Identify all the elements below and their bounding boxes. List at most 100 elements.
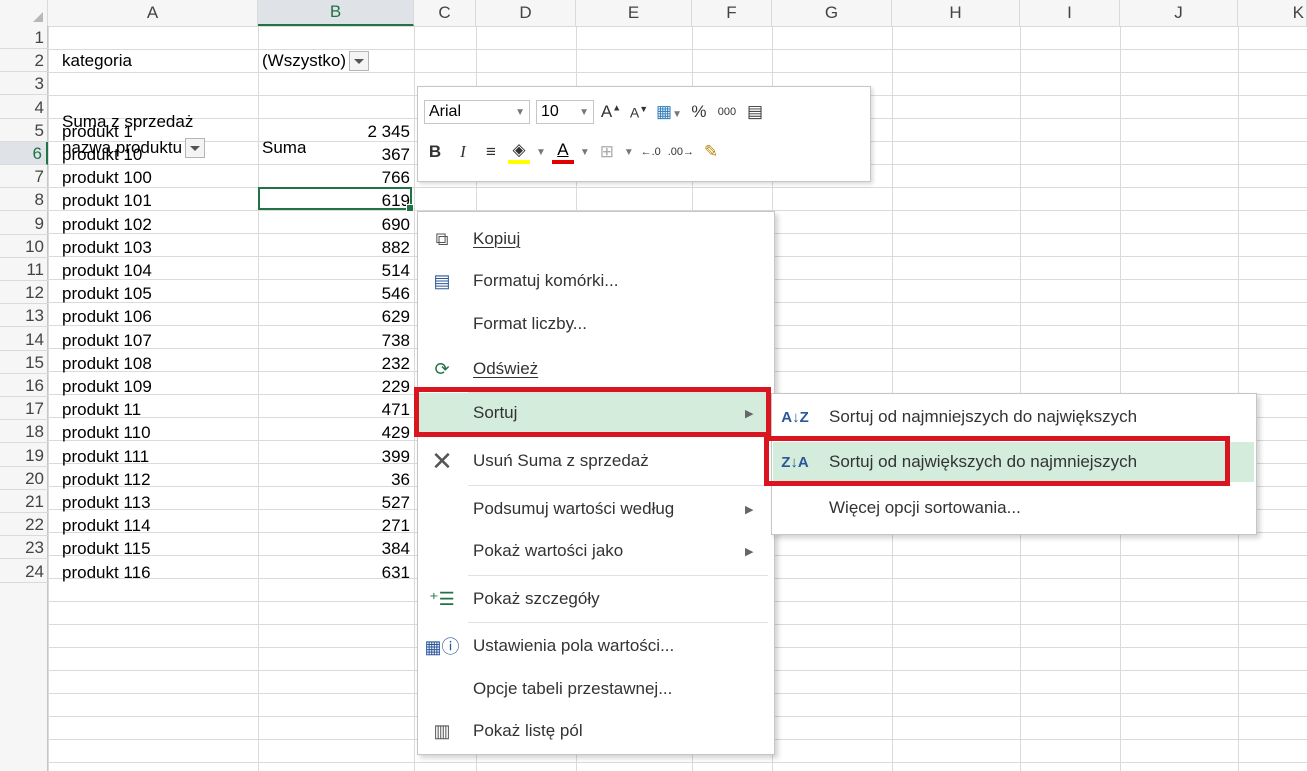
- product-name-cell[interactable]: produkt 103: [62, 236, 152, 259]
- row-header-13[interactable]: 13: [0, 304, 48, 328]
- product-name-cell[interactable]: produkt 112: [62, 468, 151, 491]
- sum-value-cell[interactable]: 738: [262, 329, 410, 352]
- format-painter-icon[interactable]: ✎: [700, 142, 722, 162]
- align-center-icon[interactable]: ≡: [480, 142, 502, 162]
- row-header-16[interactable]: 16: [0, 374, 48, 397]
- menu-item-remove-field[interactable]: ✕ Usuń Suma z sprzedaż: [419, 442, 771, 480]
- sum-value-cell[interactable]: 514: [262, 259, 410, 282]
- row-header-11[interactable]: 11: [0, 258, 48, 281]
- row-header-4[interactable]: 4: [0, 96, 48, 119]
- product-name-cell[interactable]: produkt 100: [62, 166, 152, 189]
- row-header-14[interactable]: 14: [0, 328, 48, 351]
- sum-value-cell[interactable]: 471: [262, 398, 410, 421]
- menu-item-show-values-as[interactable]: Pokaż wartości jako ▶: [419, 532, 771, 570]
- sum-value-cell[interactable]: 271: [262, 514, 410, 537]
- sum-value-cell[interactable]: 2 345: [262, 120, 410, 143]
- sum-value-cell[interactable]: 36: [262, 468, 410, 491]
- borders-icon[interactable]: ⊞: [596, 142, 618, 162]
- sum-value-cell[interactable]: 429: [262, 421, 410, 444]
- decrease-decimal-icon[interactable]: .00→: [668, 146, 694, 158]
- bold-button[interactable]: B: [424, 142, 446, 162]
- menu-item-show-details[interactable]: ⁺☰ Pokaż szczegóły: [419, 580, 771, 618]
- row-header-17[interactable]: 17: [0, 397, 48, 421]
- sum-value-cell[interactable]: 384: [262, 537, 410, 560]
- row-header-9[interactable]: 9: [0, 212, 48, 235]
- row-filter-dropdown-icon[interactable]: [185, 137, 206, 158]
- row-header-1[interactable]: 1: [0, 26, 48, 49]
- font-name-box[interactable]: Arial ▼: [424, 100, 530, 124]
- italic-button[interactable]: I: [452, 142, 474, 162]
- column-header-j[interactable]: J: [1120, 0, 1238, 26]
- cell-a1[interactable]: kategoria: [62, 49, 132, 72]
- thousands-button[interactable]: 000: [716, 106, 738, 118]
- product-name-cell[interactable]: produkt 105: [62, 282, 152, 305]
- row-header-6[interactable]: 6: [0, 142, 48, 165]
- column-header-g[interactable]: G: [772, 0, 892, 26]
- fill-color-icon[interactable]: ◈: [508, 140, 530, 164]
- product-name-cell[interactable]: produkt 108: [62, 352, 152, 375]
- product-name-cell[interactable]: produkt 109: [62, 375, 152, 398]
- shrink-font-button[interactable]: A▼: [628, 104, 650, 121]
- row-header-21[interactable]: 21: [0, 490, 48, 513]
- column-header-f[interactable]: F: [692, 0, 772, 26]
- row-header-19[interactable]: 19: [0, 444, 48, 467]
- menu-item-field-settings[interactable]: ▦ⓘ Ustawienia pola wartości...: [419, 627, 771, 665]
- sum-value-cell[interactable]: 232: [262, 352, 410, 375]
- row-header-5[interactable]: 5: [0, 119, 48, 142]
- row-header-20[interactable]: 20: [0, 467, 48, 490]
- percent-button[interactable]: %: [688, 102, 710, 122]
- menu-item-number-format[interactable]: Format liczby...: [419, 305, 771, 343]
- sum-value-cell[interactable]: 629: [262, 305, 410, 328]
- menu-item-pivot-options[interactable]: Opcje tabeli przestawnej...: [419, 670, 771, 708]
- sum-value-cell[interactable]: 229: [262, 375, 410, 398]
- product-name-cell[interactable]: produkt 113: [62, 491, 151, 514]
- row-header-10[interactable]: 10: [0, 235, 48, 258]
- menu-item-summarize-by[interactable]: Podsumuj wartości według ▶: [419, 490, 771, 528]
- sum-value-cell[interactable]: 527: [262, 491, 410, 514]
- row-header-7[interactable]: 7: [0, 165, 48, 189]
- product-name-cell[interactable]: produkt 110: [62, 421, 151, 444]
- product-name-cell[interactable]: produkt 116: [62, 561, 151, 584]
- product-name-cell[interactable]: produkt 11: [62, 398, 141, 421]
- product-name-cell[interactable]: produkt 102: [62, 213, 152, 236]
- row-header-23[interactable]: 23: [0, 536, 48, 560]
- row-header-2[interactable]: 2: [0, 49, 48, 73]
- sum-value-cell[interactable]: 546: [262, 282, 410, 305]
- product-name-cell[interactable]: produkt 10: [62, 143, 142, 166]
- menu-item-refresh[interactable]: ⟳ Odśwież: [419, 350, 771, 388]
- sum-value-cell[interactable]: 690: [262, 213, 410, 236]
- product-name-cell[interactable]: produkt 1: [62, 120, 133, 143]
- increase-decimal-icon[interactable]: ←.0: [640, 146, 662, 158]
- row-header-24[interactable]: 24: [0, 560, 48, 583]
- column-header-e[interactable]: E: [576, 0, 692, 26]
- product-name-cell[interactable]: produkt 111: [62, 445, 149, 468]
- sum-value-cell[interactable]: 766: [262, 166, 410, 189]
- product-name-cell[interactable]: produkt 115: [62, 537, 151, 560]
- product-name-cell[interactable]: produkt 101: [62, 189, 152, 212]
- font-size-box[interactable]: 10 ▼: [536, 100, 594, 124]
- product-name-cell[interactable]: produkt 114: [62, 514, 151, 537]
- column-header-h[interactable]: H: [892, 0, 1020, 26]
- sum-value-cell[interactable]: 631: [262, 561, 410, 584]
- column-header-a[interactable]: A: [48, 0, 258, 26]
- product-name-cell[interactable]: produkt 104: [62, 259, 152, 282]
- currency-format-icon[interactable]: ▦▼: [656, 102, 682, 122]
- product-name-cell[interactable]: produkt 107: [62, 329, 152, 352]
- column-header-c[interactable]: C: [414, 0, 476, 26]
- column-header-d[interactable]: D: [476, 0, 576, 26]
- row-header-15[interactable]: 15: [0, 351, 48, 374]
- menu-item-format-cells[interactable]: ▤ Formatuj komórki...: [419, 262, 771, 300]
- font-color-button[interactable]: A: [551, 140, 574, 164]
- filter-dropdown-icon[interactable]: [349, 50, 370, 71]
- row-header-22[interactable]: 22: [0, 513, 48, 537]
- column-header-k[interactable]: K: [1238, 0, 1307, 26]
- select-all-corner[interactable]: [0, 0, 48, 26]
- sum-value-cell[interactable]: 399: [262, 445, 410, 468]
- cell-b1[interactable]: (Wszystko): [262, 49, 412, 72]
- row-header-12[interactable]: 12: [0, 281, 48, 305]
- sum-value-cell[interactable]: 367: [262, 143, 410, 166]
- grow-font-button[interactable]: A▲: [600, 102, 622, 122]
- row-header-18[interactable]: 18: [0, 420, 48, 444]
- column-header-b[interactable]: B: [258, 0, 414, 26]
- more-sort-options-item[interactable]: Więcej opcji sortowania...: [773, 488, 1254, 528]
